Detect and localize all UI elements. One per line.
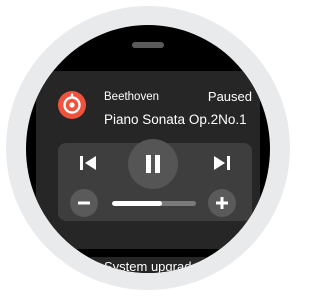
volume-slider[interactable] xyxy=(112,201,196,206)
pause-button[interactable] xyxy=(128,139,178,189)
volume-up-button[interactable] xyxy=(208,189,236,217)
notification-title: System upgrade xyxy=(104,259,199,273)
volume-down-button[interactable] xyxy=(70,189,98,217)
next-button[interactable] xyxy=(208,149,236,177)
playback-state: Paused xyxy=(207,89,252,104)
media-controls xyxy=(58,139,252,221)
artist-name: Beethoven xyxy=(104,91,159,103)
system-notification-card[interactable]: System upgrade xyxy=(36,257,260,273)
track-title: Piano Sonata Op.2No.1 xyxy=(104,112,247,127)
minus-icon xyxy=(78,201,90,205)
pull-down-handle[interactable] xyxy=(132,42,164,48)
skip-previous-icon xyxy=(80,156,96,170)
plus-icon xyxy=(216,197,228,209)
screen: Beethoven Paused Piano Sonata Op.2No.1 S… xyxy=(0,0,296,298)
skip-next-icon xyxy=(214,156,230,170)
previous-button[interactable] xyxy=(74,149,102,177)
media-notification-card[interactable]: Beethoven Paused Piano Sonata Op.2No.1 xyxy=(36,71,260,249)
pause-icon xyxy=(146,155,160,173)
music-app-icon xyxy=(58,91,86,119)
volume-level xyxy=(112,201,163,206)
system-update-icon xyxy=(58,259,86,273)
watch-screen: Beethoven Paused Piano Sonata Op.2No.1 S… xyxy=(26,25,270,273)
